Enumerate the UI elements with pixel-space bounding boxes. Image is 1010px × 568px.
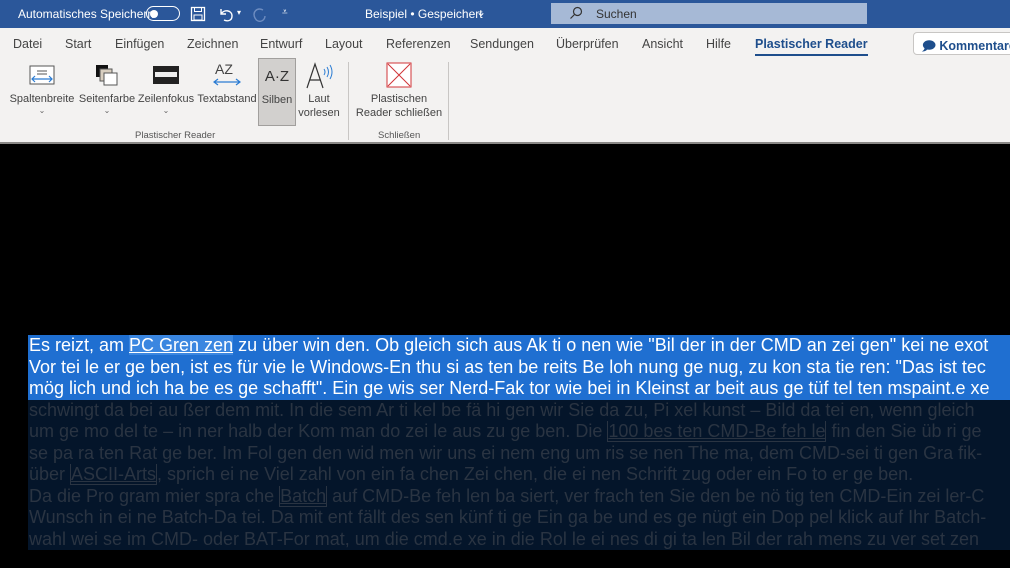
page-color-icon [96,65,118,86]
group-label-schliessen: Schließen [378,130,421,141]
focused-text-line: Es reizt, am PC Gren zen zu über win den… [28,335,1010,357]
dimmed-text-line: Wunsch in ei ne Batch-Da tei. Da mit ent… [28,507,1010,529]
chevron-down-icon: ⌄ [38,106,46,115]
tab-hilfe[interactable]: Hilfe [706,37,731,51]
syllables-button[interactable]: A·Z Silben [258,58,296,126]
column-width-button[interactable]: Spaltenbreite ⌄ [8,58,76,126]
text-segment: Da die Pro gram mier spra che [29,485,280,506]
tab-einfuegen[interactable]: Einfügen [115,37,164,51]
tab-zeichnen[interactable]: Zeichnen [187,37,238,51]
tab-sendungen[interactable]: Sendungen [470,37,534,51]
text-spacing-icon: AZ [213,61,241,86]
page-color-button[interactable]: Seitenfarbe ⌄ [78,58,136,126]
close-icon [386,62,412,88]
save-icon[interactable] [190,6,206,22]
text-segment: Wunsch in ei ne Batch-Da tei. Da mit ent… [29,507,987,527]
text-link[interactable]: ASCII-Arts [70,464,158,485]
text-link[interactable]: PC Gren zen [129,335,234,355]
close-reader-button[interactable]: Plastischen Reader schließen [355,58,443,126]
dimmed-text-line: um ge mo del te – in ner halb der Kom ma… [28,421,1010,443]
text-segment: mög lich und ich ha be es ge schafft". E… [29,378,990,398]
text-segment: Es reizt, am [29,335,130,355]
comment-icon: 🗩 [922,39,940,53]
text-segment: auf CMD-Be feh len ba siert, ver frach t… [327,485,985,506]
undo-dropdown-icon[interactable]: ▾ [237,8,241,17]
tab-layout[interactable]: Layout [325,37,363,51]
text-link[interactable]: 100 bes ten CMD-Be feh le [607,421,827,442]
group-divider [348,62,349,140]
search-input[interactable]: Suchen [551,3,867,24]
text-segment: se pa ra ten Rat ge ber. Im Fol gen den … [29,442,983,463]
text-segment: schwingt da bei au ßer dem mit. In die s… [29,399,975,420]
redo-icon[interactable] [251,6,269,22]
focused-text-line: Vor tei le er ge ben, ist es für vie le … [28,356,1010,378]
autosave-toggle[interactable] [146,6,180,21]
dimmed-text-line: se pa ra ten Rat ge ber. Im Fol gen den … [28,442,1010,464]
document-title[interactable]: Beispiel • Gespeichert [365,7,483,21]
autosave-label: Automatisches Speichern [18,7,155,21]
chevron-down-icon: ⌄ [103,106,111,115]
text-segment: zu über win den. Ob gleich sich aus Ak t… [233,335,989,355]
line-focus-button[interactable]: Zeilenfokus ⌄ [137,58,195,126]
text-spacing-button[interactable]: AZ Textabstand [197,58,257,126]
chevron-down-icon[interactable]: ⌄ [476,5,486,19]
ribbon: Spaltenbreite ⌄ Seitenfarbe ⌄ Zeilenfokus ⌄… [0,58,1010,144]
text-segment: um ge mo del te – in ner halb der Kom ma… [29,421,608,441]
chevron-down-icon: ⌄ [162,106,170,115]
immersive-reader-document[interactable]: Es reizt, am PC Gren zen zu über win den… [0,145,1010,568]
search-icon [570,6,583,19]
read-aloud-button[interactable]: Laut vorlesen [298,58,340,126]
focused-text-line: mög lich und ich ha be es ge schafft". E… [28,378,1010,400]
search-placeholder: Suchen [596,7,637,21]
undo-icon[interactable] [217,6,235,22]
tab-entwurf[interactable]: Entwurf [260,37,302,51]
tab-start[interactable]: Start [65,37,91,51]
group-label-plastischer-reader: Plastischer Reader [135,130,216,141]
tab-plastischer-reader[interactable]: Plastischer Reader [755,37,868,56]
tab-ansicht[interactable]: Ansicht [642,37,683,51]
text-link[interactable]: Batch [279,485,328,507]
read-aloud-icon [306,62,333,89]
ribbon-tabs: Datei Start Einfügen Zeichnen Entwurf La… [0,28,1010,58]
tab-datei[interactable]: Datei [13,37,42,51]
tab-referenzen[interactable]: Referenzen [386,37,451,51]
syllables-icon: A·Z [264,67,290,85]
dimmed-text-line: über ASCII-Arts, sprich ei ne Viel zahl … [28,464,1010,486]
line-focus-icon [153,66,179,84]
dimmed-text-line: Da die Pro gram mier spra che Batch auf … [28,485,1010,507]
column-width-icon [29,65,55,85]
tab-ueberpruefen[interactable]: Überprüfen [556,37,619,51]
comments-button[interactable]: 🗩 Kommentare [913,32,1010,55]
dimmed-text-line: wahl wei se im CMD- oder BAT-For mat, um… [28,528,1010,550]
text-segment: , sprich ei ne Viel zahl von ein fa chen… [157,464,914,484]
customize-toolbar-icon[interactable]: ⩡ [282,7,288,18]
group-divider [448,62,449,140]
text-segment: Vor tei le er ge ben, ist es für vie le … [29,356,986,377]
title-bar: Automatisches Speichern ▾ ⩡ Beispiel • G… [0,0,1010,28]
text-segment: wahl wei se im CMD- oder BAT-For mat, um… [29,528,980,549]
dimmed-text-line: schwingt da bei au ßer dem mit. In die s… [28,399,1010,421]
text-segment: fin den Sie üb ri ge [826,421,982,441]
svg-text:AZ: AZ [215,61,233,77]
text-segment: über [29,464,71,484]
